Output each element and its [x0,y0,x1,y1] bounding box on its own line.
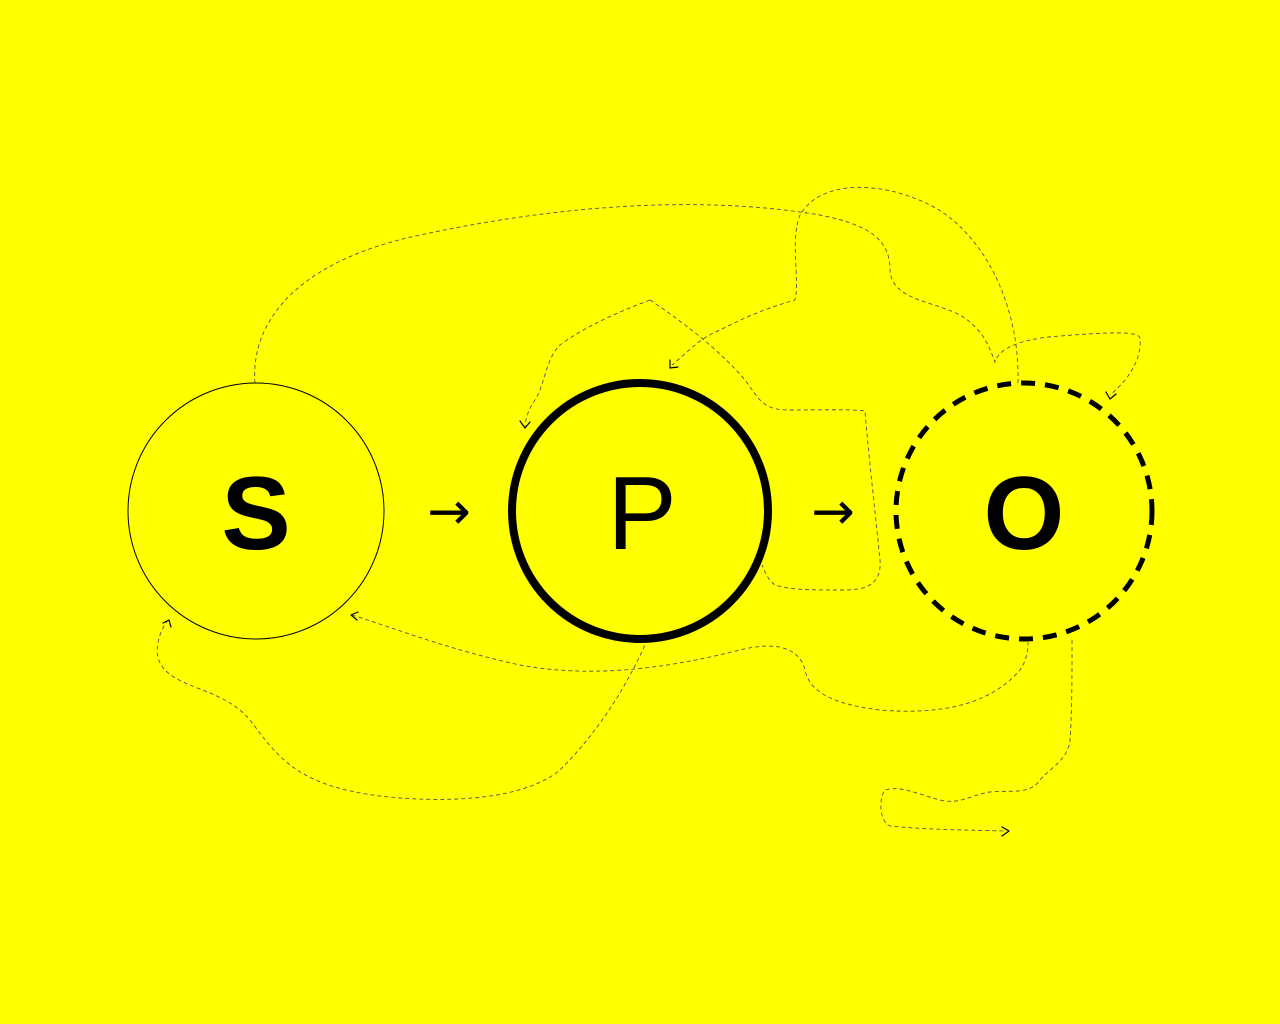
node-o-label: O [984,456,1065,572]
node-s-label: S [221,456,290,572]
connector-arrow-p-o: → [811,482,855,542]
spo-diagram: S → P → O [0,0,1280,1024]
connector-arrow-s-p: → [427,482,471,542]
node-p-label: P [607,456,676,572]
